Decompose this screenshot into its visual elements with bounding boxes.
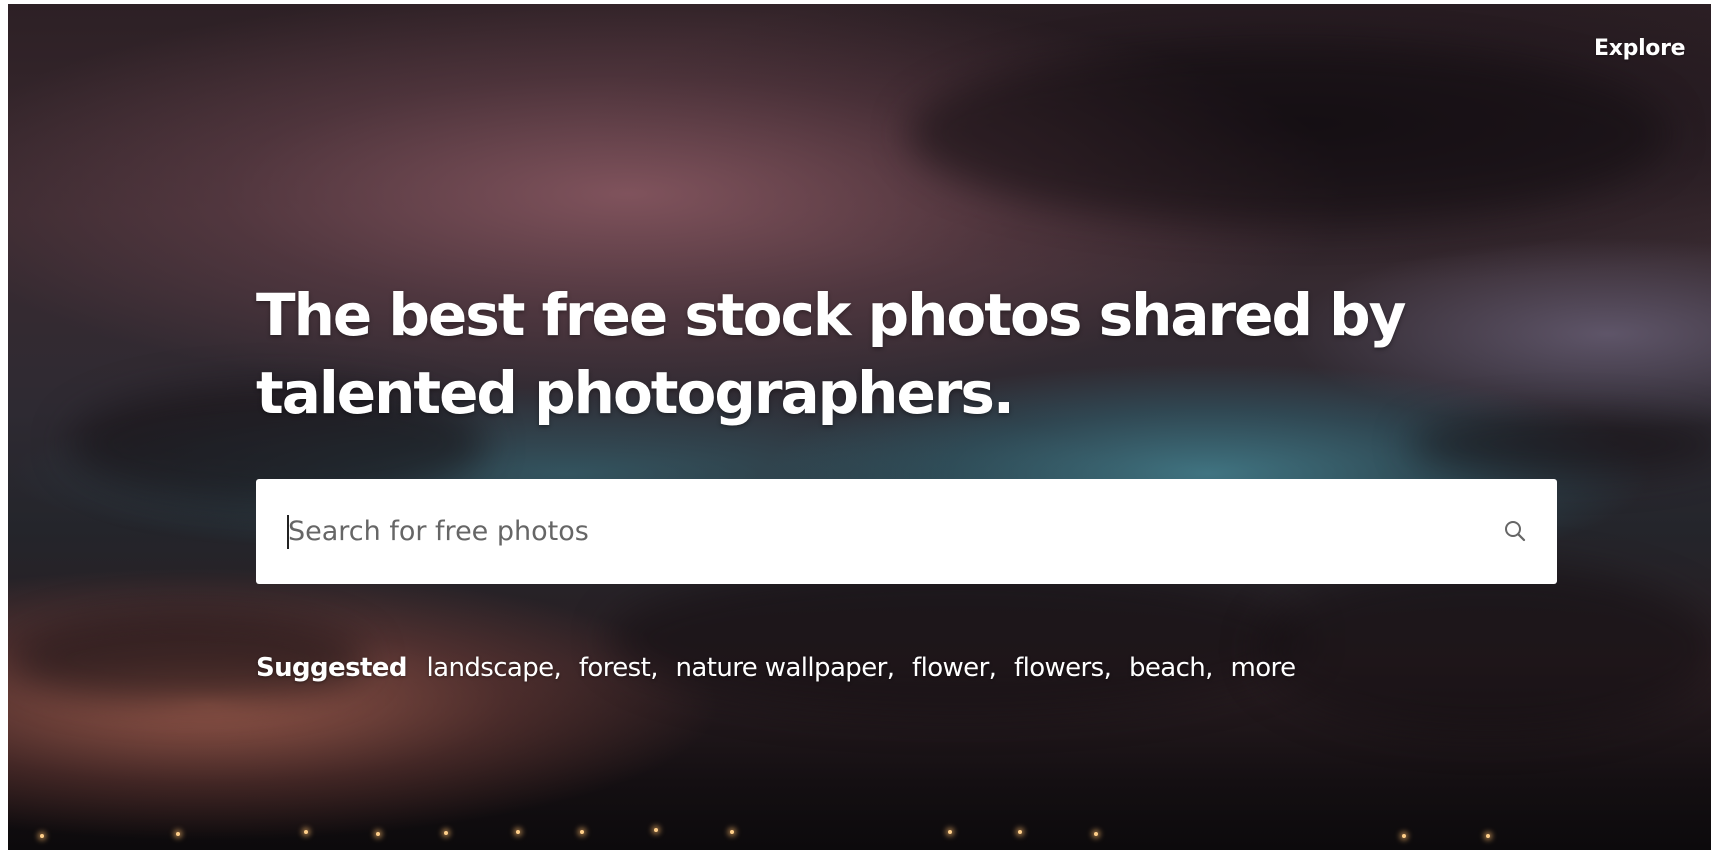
city-light — [176, 832, 180, 836]
search-bar — [256, 479, 1557, 584]
suggested-item-landscape[interactable]: landscape — [427, 653, 555, 683]
cloud-shape — [908, 44, 1668, 224]
city-light — [1402, 834, 1406, 838]
cloud-shape — [608, 564, 1308, 714]
headline-line-1: The best free stock photos shared by — [256, 281, 1406, 349]
explore-link[interactable]: Explore — [1594, 36, 1686, 61]
search-input[interactable] — [288, 479, 1438, 584]
page-headline: The best free stock photos shared by tal… — [256, 276, 1456, 432]
search-icon[interactable] — [1503, 519, 1527, 543]
city-light — [304, 830, 308, 834]
city-light — [948, 830, 952, 834]
suggested-item-flowers[interactable]: flowers — [1014, 653, 1104, 683]
suggested-item-more[interactable]: more — [1231, 653, 1297, 683]
suggested-item-beach[interactable]: beach — [1129, 653, 1206, 683]
cloud-shape — [1258, 564, 1711, 734]
city-light — [654, 828, 658, 832]
suggested-searches: Suggested landscape, forest, nature wall… — [256, 653, 1297, 683]
city-light — [1486, 834, 1490, 838]
city-light — [40, 834, 44, 838]
suggested-label: Suggested — [256, 653, 407, 683]
city-light — [444, 831, 448, 835]
suggested-item-nature-wallpaper[interactable]: nature wallpaper — [676, 653, 888, 683]
city-light — [580, 830, 584, 834]
city-light — [730, 830, 734, 834]
headline-line-2: talented photographers. — [256, 359, 1015, 427]
text-cursor — [287, 515, 289, 549]
suggested-item-flower[interactable]: flower — [912, 653, 989, 683]
city-light — [516, 830, 520, 834]
suggested-item-forest[interactable]: forest — [579, 653, 651, 683]
city-light — [1018, 830, 1022, 834]
city-light — [376, 832, 380, 836]
city-light — [1094, 832, 1098, 836]
